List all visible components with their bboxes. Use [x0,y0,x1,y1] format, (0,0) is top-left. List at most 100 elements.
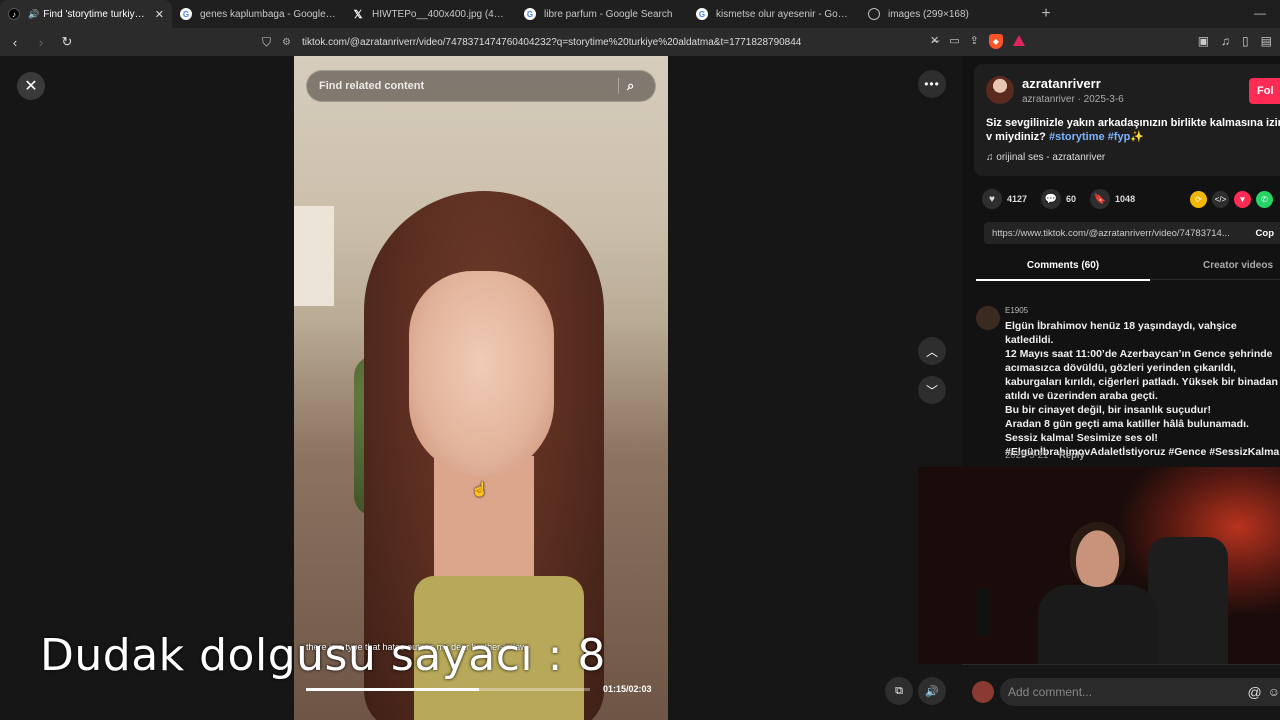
tab-title: kismetse olur ayesenir - Google Search [716,8,852,20]
embed-icon[interactable]: </> [1212,191,1229,208]
previous-video-icon[interactable]: ︿ [918,337,946,365]
stream-overlay-counter: Dudak dolgusu sayacı : 8 [40,630,606,681]
comment-meta: 2025-5-21 Reply [1005,450,1085,461]
browser-tab-2[interactable]: G genes kaplumbaga - Google Search [172,0,344,28]
progress-fill [306,688,480,691]
mention-icon[interactable]: @ [1248,684,1262,700]
comment-input[interactable]: Add comment... @ ☺ [1000,678,1280,706]
avatar[interactable] [986,76,1014,104]
video-link[interactable]: https://www.tiktok.com/@azratanriverr/vi… [992,228,1248,239]
video-link-box: https://www.tiktok.com/@azratanriverr/vi… [984,222,1280,244]
google-favicon-icon: G [180,8,192,20]
streamer-body [1038,585,1158,664]
browser-tab-3[interactable]: 𝕏 HIWTEPo__400x400.jpg (400×400) [344,0,516,28]
back-icon[interactable]: ‹ [4,35,26,50]
engagement-stats: ♥ 4127 💬 60 🔖 1048 [982,189,1149,209]
like-count: 4127 [1007,194,1028,204]
tab-title: Find 'storytime turkiye aldatma [43,8,149,20]
google-favicon-icon: G [524,8,536,20]
tiktok-favicon-icon: ♪ [8,8,20,20]
comment-date: 2025-5-21 [1005,450,1049,461]
reply-button[interactable]: Reply [1059,450,1085,461]
send-icon[interactable]: ▼ [1234,191,1251,208]
author-username[interactable]: azratanriverr [1022,76,1101,91]
gaming-chair [1148,537,1228,664]
more-options-icon[interactable]: ••• [918,70,946,98]
video-player[interactable] [294,56,668,720]
sound-name: orijinal ses - azratanriver [996,152,1106,163]
comment-composer: Add comment... @ ☺ [962,664,1280,720]
site-info-icon[interactable]: ⚙ [282,37,302,48]
reader-mode-icon[interactable]: ▣ [1198,34,1209,48]
tiktok-video-page: ✕ Find related content ⌕ there is a type… [0,56,1280,720]
tab-title: genes kaplumbaga - Google Search [200,8,336,20]
search-icon[interactable]: ⌕ [627,78,655,94]
media-control-icon[interactable]: ♫ [1221,34,1230,48]
webcam-overlay [918,467,1280,664]
copy-link-button[interactable]: Cop [1248,228,1280,239]
tab-title: libre parfum - Google Search [544,8,673,20]
repost-icon[interactable]: ⟳ [1190,191,1207,208]
tab-creator-videos[interactable]: Creator videos [1203,260,1273,271]
close-tab-icon[interactable]: ✕ [155,8,164,21]
avatar[interactable] [976,306,1000,330]
author-subtitle: azratanriver · 2025-3-6 [1022,94,1124,105]
video-progress-bar[interactable] [306,688,590,691]
volume-icon[interactable]: 🔊 [918,677,946,705]
divider [618,78,619,94]
sparkle-icon: ✨ [1130,131,1144,143]
tab-comments[interactable]: Comments (60) [976,260,1150,281]
share-icon[interactable]: ⇪ [970,34,979,49]
browser-toolbar: ‹ › ↻ ⛉ ⚙ tiktok.com/@azratanriverr/vide… [0,28,1280,56]
comment-icon: 💬 [1041,189,1062,209]
bookmark-icon[interactable]: ⛉ [262,35,282,50]
picture-in-picture-icon[interactable]: ⧉ [885,677,913,705]
video-timecode: 01:15/02:03 [603,684,652,694]
emoji-icon[interactable]: ☺ [1268,685,1280,699]
heart-icon: ♥ [982,189,1002,209]
save-button[interactable]: 🔖 1048 [1090,189,1135,209]
comment-placeholder: Add comment... [1008,685,1093,699]
bookmark-icon: 🔖 [1090,189,1111,209]
sidebar-icon[interactable]: ▯ [1242,34,1249,48]
browser-tab-6[interactable]: images (299×168) [860,0,1032,28]
minimize-icon[interactable]: — [1254,6,1266,20]
wallet-icon[interactable]: ▤ [1261,34,1272,48]
post-info-card: azratanriverr azratanriver · 2025-3-6 Fo… [974,64,1280,176]
comment-button[interactable]: 💬 60 [1041,189,1076,209]
tab-title: HIWTEPo__400x400.jpg (400×400) [372,8,508,20]
hashtag-fyp[interactable]: #fyp [1108,131,1131,143]
like-button[interactable]: ♥ 4127 [982,189,1027,209]
tab-title: images (299×168) [888,8,969,20]
search-placeholder: Find related content [319,80,425,92]
microphone [978,587,990,637]
comment-username[interactable]: E1905 [1005,306,1028,315]
brave-shields-icon[interactable]: ◆ [988,34,1003,49]
translate-icon[interactable]: ✕̶ [930,34,939,49]
follow-button[interactable]: Fol [1249,78,1280,104]
toolbar-right: ▣ ♫ ▯ ▤ [1198,34,1272,48]
hashtag-storytime[interactable]: #storytime [1049,131,1105,143]
comment-count: 60 [1066,194,1077,204]
next-video-icon[interactable]: ﹀ [918,376,946,404]
post-description: Siz sevgilinizle yakın arkadaşınızın bir… [986,116,1280,144]
sound-link[interactable]: ♫ orijinal ses - azratanriver [986,152,1105,163]
audio-playing-icon[interactable]: 🔊 [28,9,39,20]
panel-tabs: Comments (60) Creator videos [976,256,1280,281]
browser-tab-1[interactable]: ♪ 🔊 Find 'storytime turkiye aldatma ✕ [0,0,172,28]
cast-icon[interactable]: ▭ [949,34,959,49]
browser-tab-4[interactable]: G libre parfum - Google Search [516,0,688,28]
brave-rewards-icon[interactable] [1012,35,1025,46]
avatar [972,681,994,703]
video-subject-face [409,271,554,476]
close-icon[interactable]: ✕ [17,72,45,100]
forward-icon[interactable]: › [30,35,52,50]
mouse-cursor-icon: ☝ [471,481,489,497]
comment-text: Elgün İbrahimov henüz 18 yaşındaydı, vah… [1005,320,1280,458]
reload-icon[interactable]: ↻ [56,34,78,50]
address-actions: ✕̶ ▭ ⇪ ◆ [930,34,1025,49]
whatsapp-icon[interactable]: ✆ [1256,191,1273,208]
related-search-input[interactable]: Find related content ⌕ [306,70,656,102]
new-tab-button[interactable]: + [1032,5,1060,23]
browser-tab-5[interactable]: G kismetse olur ayesenir - Google Search [688,0,860,28]
